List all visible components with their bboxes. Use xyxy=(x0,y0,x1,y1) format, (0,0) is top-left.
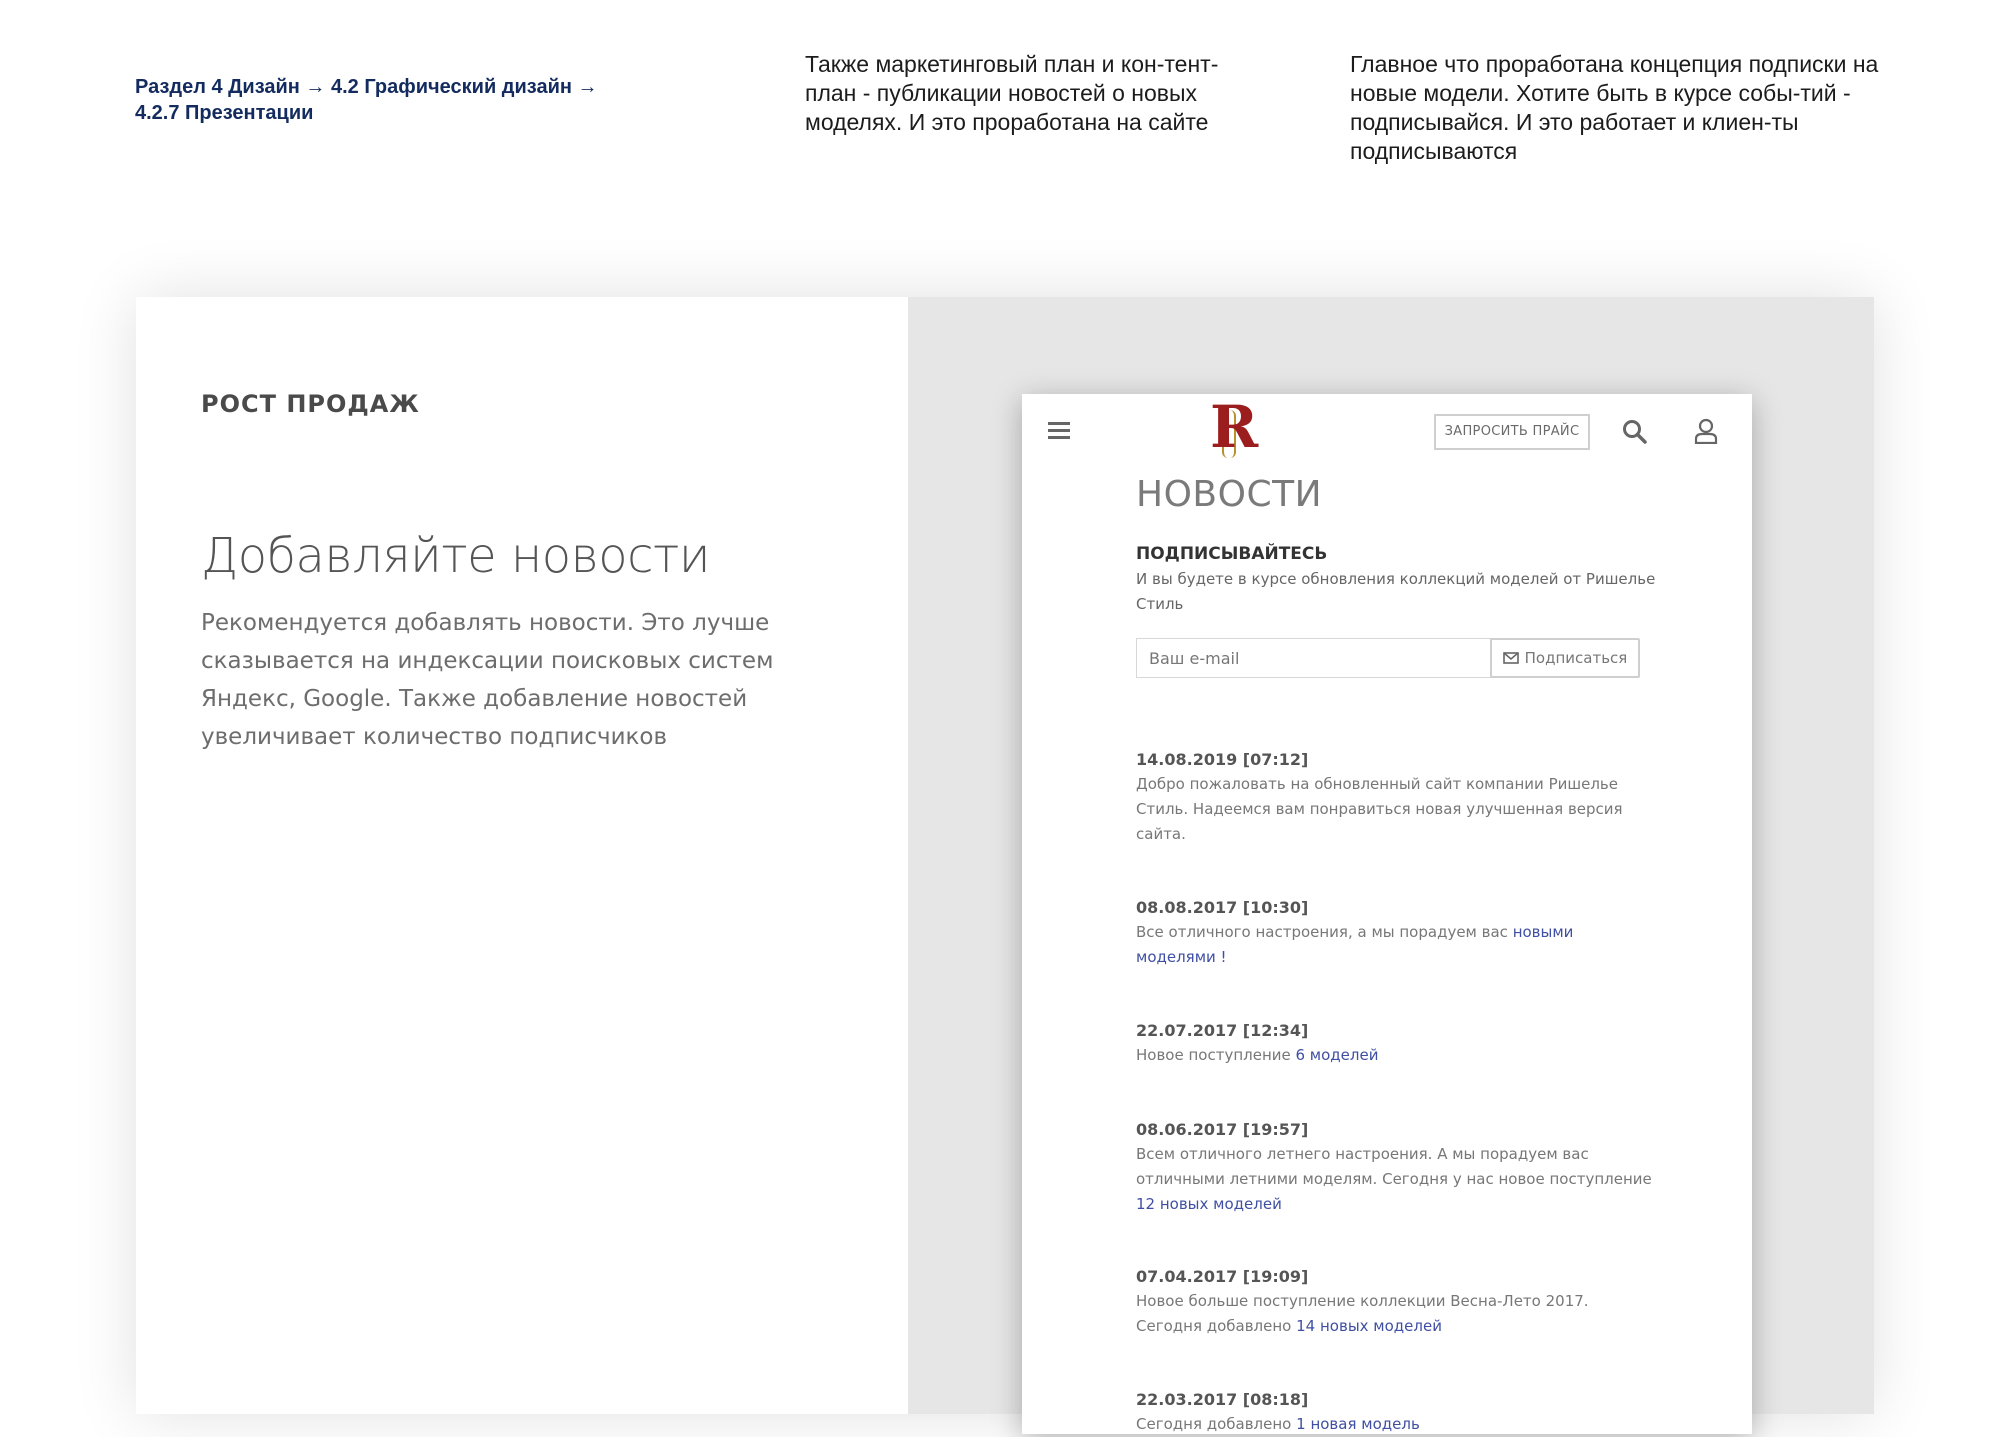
news-link[interactable]: 14 новых моделей xyxy=(1296,1317,1442,1335)
site-topbar: R ЗАПРОСИТЬ ПРАЙС xyxy=(1022,394,1752,474)
subscribe-title: ПОДПИСЫВАЙТЕСЬ xyxy=(1136,544,1328,564)
news-link[interactable]: 1 новая модель xyxy=(1296,1415,1420,1433)
breadcrumb-line-1: Раздел 4 Дизайн → 4.2 Графический дизайн… xyxy=(135,76,598,98)
slide-text-column: РОСТ ПРОДАЖ Добавляйте новости Рекоменду… xyxy=(136,297,908,1414)
email-field[interactable] xyxy=(1136,638,1491,678)
news-text: Добро пожаловать на обновленный сайт ком… xyxy=(1136,775,1623,843)
news-link[interactable]: 12 новых моделей xyxy=(1136,1195,1282,1213)
news-item: 08.06.2017 [19:57] Всем отличного летнег… xyxy=(1136,1118,1656,1217)
site-logo[interactable]: R xyxy=(1210,398,1258,456)
search-icon[interactable] xyxy=(1622,419,1648,445)
news-text: Всем отличного летнего настроения. А мы … xyxy=(1136,1145,1652,1213)
news-text: Новое больше поступление коллекции Весна… xyxy=(1136,1292,1589,1335)
user-icon[interactable] xyxy=(1694,418,1718,444)
news-date: 22.03.2017 [08:18] xyxy=(1136,1390,1309,1409)
breadcrumb: Раздел 4 Дизайн → 4.2 Графический дизайн… xyxy=(135,74,655,126)
news-date: 22.07.2017 [12:34] xyxy=(1136,1021,1309,1040)
slide-screenshot-column: R ЗАПРОСИТЬ ПРАЙС НОВОСТИ ПОДПИСЫВАЙТЕСЬ… xyxy=(908,297,1874,1434)
news-item: 07.04.2017 [19:09] Новое больше поступле… xyxy=(1136,1265,1656,1339)
site-screenshot: R ЗАПРОСИТЬ ПРАЙС НОВОСТИ ПОДПИСЫВАЙТЕСЬ… xyxy=(1022,394,1752,1434)
note-marketing: Также маркетинговый план и кон-тент-план… xyxy=(805,51,1219,135)
news-text: Новое поступление 6 моделей xyxy=(1136,1046,1379,1064)
news-date: 08.08.2017 [10:30] xyxy=(1136,898,1309,917)
presentation-slide: РОСТ ПРОДАЖ Добавляйте новости Рекоменду… xyxy=(136,297,1874,1434)
request-price-button[interactable]: ЗАПРОСИТЬ ПРАЙС xyxy=(1434,414,1590,450)
slide-headline: Добавляйте новости xyxy=(201,528,710,584)
news-item: 08.08.2017 [10:30] Все отличного настрое… xyxy=(1136,896,1656,970)
breadcrumb-line-2: 4.2.7 Презентации xyxy=(135,102,314,124)
news-text: Все отличного настроения, а мы порадуем … xyxy=(1136,923,1574,966)
subscribe-button-label: Подписаться xyxy=(1524,649,1628,667)
subscribe-text: И вы будете в курсе обновления коллекций… xyxy=(1136,570,1656,613)
section-label: РОСТ ПРОДАЖ xyxy=(201,390,420,418)
news-text: Сегодня добавлено 1 новая модель xyxy=(1136,1415,1420,1433)
subscribe-button[interactable]: Подписаться xyxy=(1490,638,1640,678)
envelope-icon xyxy=(1502,652,1519,664)
news-item: 14.08.2019 [07:12] Добро пожаловать на о… xyxy=(1136,748,1656,847)
news-link[interactable]: 6 моделей xyxy=(1296,1046,1379,1064)
menu-icon[interactable] xyxy=(1048,422,1070,440)
news-date: 07.04.2017 [19:09] xyxy=(1136,1267,1309,1286)
news-title: НОВОСТИ xyxy=(1136,474,1322,515)
news-date: 08.06.2017 [19:57] xyxy=(1136,1120,1309,1139)
news-date: 14.08.2019 [07:12] xyxy=(1136,750,1309,769)
slide-description: Рекомендуется добавлять новости. Это луч… xyxy=(201,610,774,750)
news-item: 22.03.2017 [08:18] Сегодня добавлено 1 н… xyxy=(1136,1388,1656,1437)
note-subscription: Главное что проработана концепция подпис… xyxy=(1350,51,1879,164)
news-item: 22.07.2017 [12:34] Новое поступление 6 м… xyxy=(1136,1019,1656,1068)
